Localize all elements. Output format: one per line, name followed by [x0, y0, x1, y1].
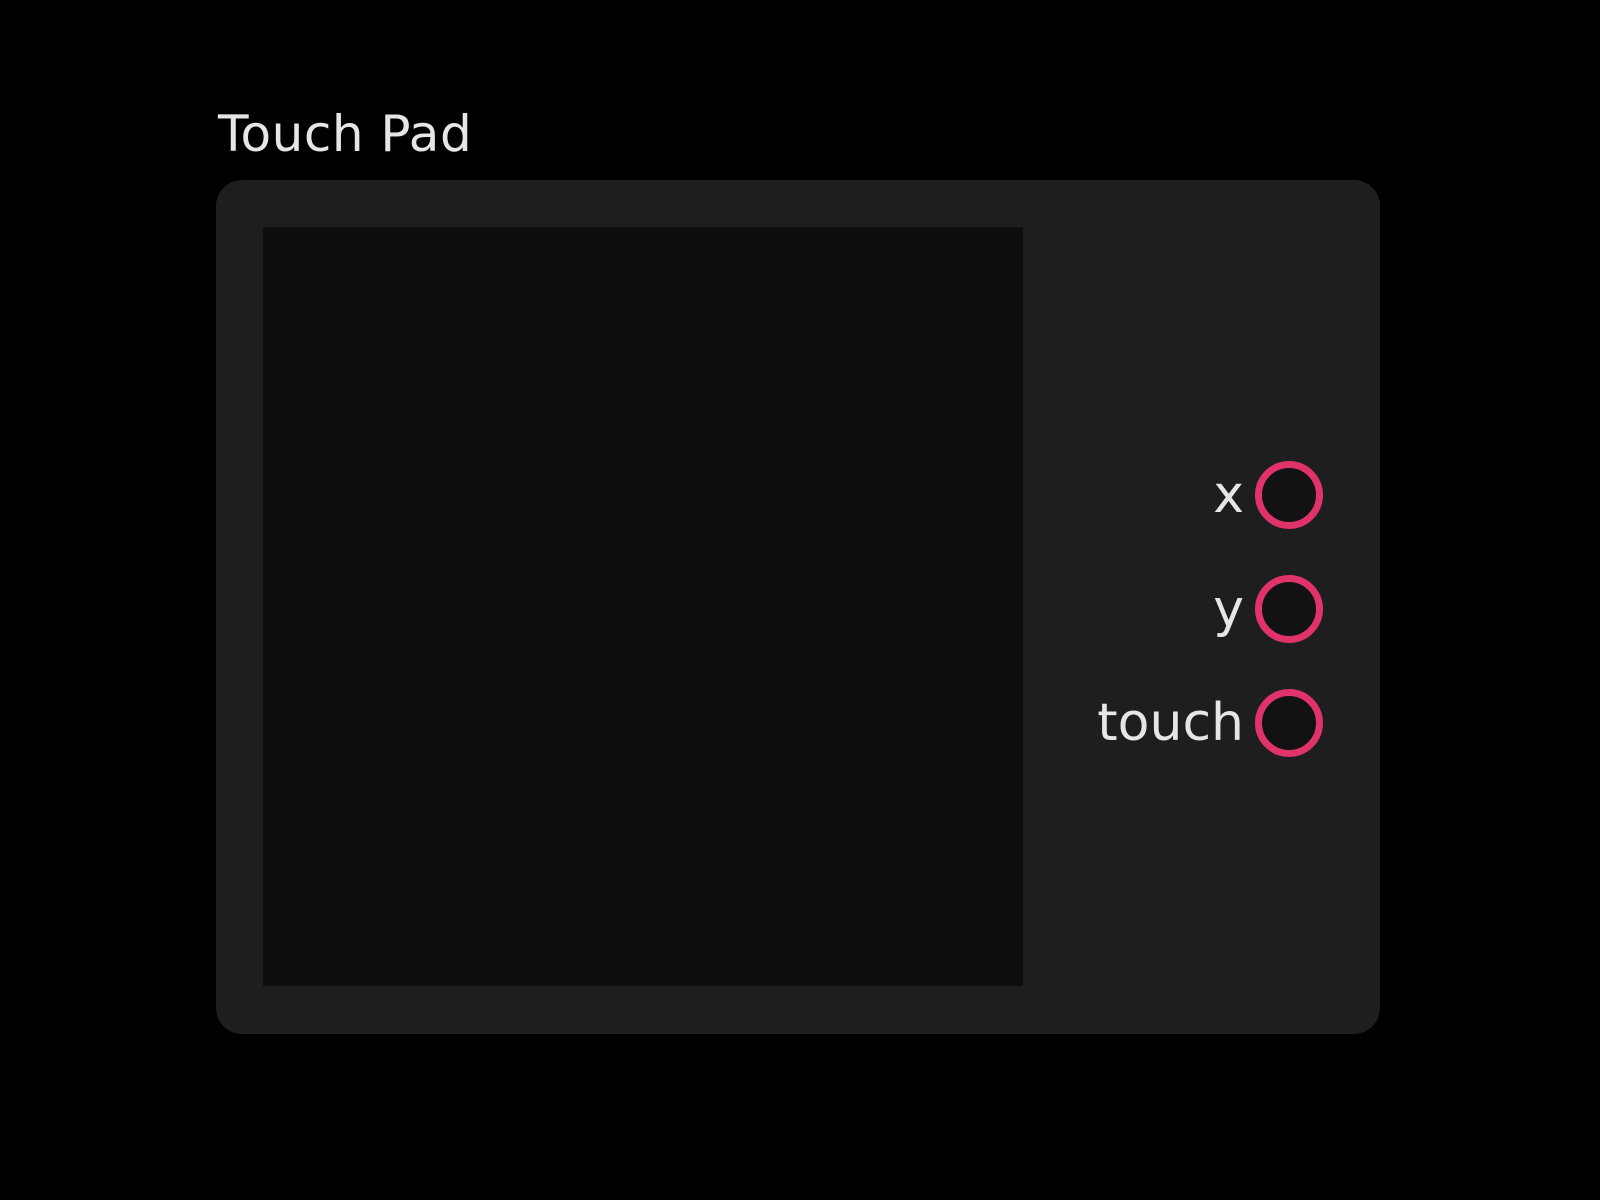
touch-area[interactable] — [263, 227, 1023, 986]
output-port-icon[interactable] — [1255, 689, 1323, 757]
output-row-x: x — [1036, 460, 1366, 530]
output-label-x: x — [1213, 465, 1244, 525]
output-port-icon[interactable] — [1255, 575, 1323, 643]
output-row-touch: touch — [1036, 688, 1366, 758]
node-canvas: Touch Pad x y touch — [0, 0, 1600, 1200]
node-title: Touch Pad — [218, 105, 473, 163]
touch-pad-node[interactable]: x y touch — [216, 180, 1380, 1034]
output-port-icon[interactable] — [1255, 461, 1323, 529]
output-label-y: y — [1213, 579, 1244, 639]
output-label-touch: touch — [1097, 693, 1244, 753]
output-row-y: y — [1036, 574, 1366, 644]
